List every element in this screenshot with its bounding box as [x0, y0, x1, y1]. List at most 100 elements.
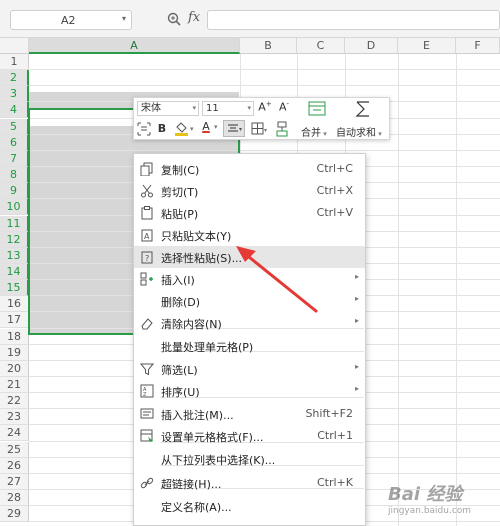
row-header[interactable]: 28: [0, 490, 29, 507]
column-gridline: [398, 54, 399, 526]
menu-item-shortcut: Ctrl+C: [316, 162, 353, 175]
svg-text:Z: Z: [143, 392, 147, 398]
column-header-a[interactable]: A: [29, 38, 240, 54]
row-header[interactable]: 7: [0, 150, 29, 167]
row-header[interactable]: 6: [0, 134, 29, 151]
context-menu: 复制(C) Ctrl+C 剪切(T) Ctrl+X 粘贴(P) Ctrl+V A 只粘贴文本(…: [133, 153, 366, 526]
submenu-arrow-icon: ▸: [354, 272, 359, 281]
align-center-icon: ▾: [228, 124, 242, 133]
watermark-text: Bai 经验: [388, 484, 463, 505]
borders-icon[interactable]: ▾: [251, 122, 271, 136]
insert-icon: [140, 272, 153, 286]
align-button[interactable]: ▾: [223, 120, 245, 137]
fill-color-icon[interactable]: ▾: [173, 121, 195, 137]
row-header[interactable]: 19: [0, 344, 29, 361]
menu-item-shortcut: Ctrl+X: [316, 184, 353, 197]
row-header[interactable]: 4: [0, 102, 29, 119]
column-header-c[interactable]: C: [297, 38, 345, 54]
row-header[interactable]: 16: [0, 296, 29, 313]
mini-toolbar: 宋体 ▾ 11 ▾ A+ A- B ▾ A ▾ ▾ ▾ 合并 ▾ 自动求和 ▾: [133, 97, 390, 140]
row-header[interactable]: 8: [0, 167, 29, 184]
menu-item[interactable]: 超链接(H)... Ctrl+K: [134, 472, 365, 494]
row-header[interactable]: 1: [0, 54, 29, 70]
annotation-arrow: [236, 246, 318, 313]
menu-item[interactable]: 粘贴(P) Ctrl+V: [134, 202, 365, 224]
row-header[interactable]: 17: [0, 312, 29, 329]
sort-icon: AZ: [140, 384, 154, 398]
column-header-e[interactable]: E: [398, 38, 456, 54]
menu-item-shortcut: Ctrl+1: [317, 429, 353, 442]
row-header[interactable]: 25: [0, 441, 29, 458]
chevron-down-icon[interactable]: ▾: [122, 14, 126, 23]
row-header[interactable]: 29: [0, 506, 29, 523]
row-header[interactable]: 26: [0, 457, 29, 474]
menu-item[interactable]: 定义名称(A)...: [134, 495, 365, 517]
column-header-b[interactable]: B: [240, 38, 297, 54]
row-header[interactable]: 3: [0, 86, 29, 103]
font-size-select[interactable]: 11 ▾: [202, 101, 254, 116]
font-color-icon[interactable]: A: [200, 120, 212, 133]
menu-item[interactable]: 批量处理单元格(P): [134, 335, 365, 357]
row-header[interactable]: 18: [0, 328, 29, 345]
row-header[interactable]: 2: [0, 70, 29, 87]
row-gridline: [29, 85, 500, 87]
menu-item-label: 只粘贴文本(Y): [161, 230, 232, 243]
autosum-icon[interactable]: [354, 100, 372, 118]
decrease-font-size-icon[interactable]: A-: [277, 100, 291, 114]
svg-text:▾: ▾: [239, 126, 242, 133]
menu-item-label: 筛选(L): [161, 364, 198, 377]
row-header[interactable]: 24: [0, 425, 29, 442]
menu-item[interactable]: 设置单元格格式(F)... Ctrl+1: [134, 425, 365, 447]
formula-input[interactable]: [207, 10, 500, 30]
column-header-d[interactable]: D: [345, 38, 398, 54]
row-header[interactable]: 13: [0, 247, 29, 264]
autosum-label[interactable]: 自动求和 ▾: [336, 124, 382, 139]
increase-font-size-icon[interactable]: A+: [258, 100, 272, 114]
svg-text:▾: ▾: [190, 125, 194, 133]
row-header[interactable]: 11: [0, 215, 29, 232]
row-header[interactable]: 22: [0, 393, 29, 410]
menu-item[interactable]: A Z 排序(U) ▸: [134, 380, 365, 402]
row-header[interactable]: 14: [0, 263, 29, 280]
menu-item-label: 清除内容(N): [161, 318, 222, 331]
row-header[interactable]: 15: [0, 280, 29, 297]
menu-item-label: 排序(U): [161, 386, 200, 399]
bold-button[interactable]: B: [156, 122, 168, 135]
row-header[interactable]: 5: [0, 118, 29, 135]
menu-item[interactable]: 复制(C) Ctrl+C: [134, 158, 365, 180]
row-gridline: [29, 69, 500, 71]
menu-item-label: 插入(I): [161, 274, 195, 287]
submenu-arrow-icon: ▸: [354, 384, 359, 393]
row-header[interactable]: 20: [0, 360, 29, 377]
chevron-down-icon: ▾: [247, 104, 251, 112]
select-all-corner[interactable]: [0, 38, 29, 54]
row-header[interactable]: 23: [0, 409, 29, 426]
menu-item[interactable]: 从下拉列表中选择(K)...: [134, 448, 365, 470]
wrap-text-icon[interactable]: [137, 122, 151, 136]
svg-text:?: ?: [145, 254, 149, 263]
chevron-down-icon[interactable]: ▾: [214, 123, 218, 131]
menu-item[interactable]: 清除内容(N) ▸: [134, 312, 365, 334]
watermark: Bai 经验 jingyan.baidu.com: [388, 480, 481, 516]
menu-item[interactable]: 插入批注(M)... Shift+F2: [134, 403, 365, 425]
merge-label[interactable]: 合并 ▾: [301, 124, 327, 139]
name-box[interactable]: A2 ▾: [10, 10, 132, 30]
format-painter-icon[interactable]: [275, 121, 289, 137]
menu-item-shortcut: Ctrl+K: [316, 476, 353, 489]
font-family-value: 宋体: [141, 103, 161, 114]
menu-item[interactable]: 剪切(T) Ctrl+X: [134, 180, 365, 202]
merge-cells-icon[interactable]: [306, 101, 328, 117]
zoom-icon[interactable]: [167, 12, 181, 26]
row-header[interactable]: 27: [0, 473, 29, 490]
menu-item-label: 从下拉列表中选择(K)...: [161, 454, 276, 467]
row-header[interactable]: 21: [0, 377, 29, 393]
column-header-f[interactable]: F: [456, 38, 500, 54]
row-header[interactable]: 12: [0, 231, 29, 248]
fx-label[interactable]: fx: [188, 10, 200, 25]
column-gridline: [456, 54, 457, 526]
eraser-icon: [141, 318, 153, 330]
menu-item[interactable]: 筛选(L) ▸: [134, 358, 365, 380]
row-header[interactable]: 9: [0, 183, 29, 200]
row-header[interactable]: 10: [0, 199, 29, 216]
font-family-select[interactable]: 宋体 ▾: [137, 101, 199, 116]
